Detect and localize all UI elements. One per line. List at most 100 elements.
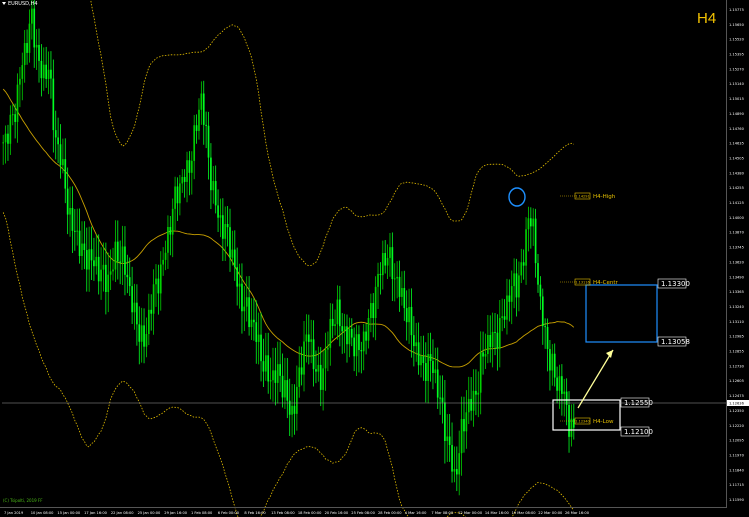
candle-body <box>45 64 48 79</box>
candle-body <box>124 246 126 275</box>
candle-body <box>451 445 453 472</box>
candle-body <box>367 317 370 341</box>
candle-body <box>264 355 267 372</box>
candle-body <box>317 364 320 372</box>
candle-body <box>238 283 241 287</box>
candle-body <box>389 247 391 258</box>
candle-body <box>403 288 406 309</box>
resistance-zone-box <box>585 284 658 343</box>
candle-body <box>62 159 64 166</box>
candle-body <box>186 160 188 182</box>
candle-body <box>556 377 558 391</box>
candle-body <box>71 207 74 231</box>
candle-body <box>26 43 28 53</box>
candle-body <box>198 109 200 131</box>
candle-body <box>489 335 492 348</box>
candle-body <box>188 160 191 173</box>
candle-body <box>52 78 55 131</box>
candle-body <box>408 306 410 323</box>
candle-body <box>133 302 136 313</box>
level-tag-value: 1.14291 <box>575 195 589 199</box>
candle-body <box>169 226 172 235</box>
candle-body <box>202 93 205 125</box>
candle-body <box>140 325 143 342</box>
annotations <box>2 187 727 409</box>
candle-body <box>324 349 327 369</box>
candle-body <box>360 350 363 352</box>
symbol-text: EURUSD,H4 <box>8 1 38 7</box>
candles <box>2 0 575 496</box>
candle-body <box>224 224 227 239</box>
candle-body <box>353 337 355 357</box>
candle-body <box>544 326 546 328</box>
candle-body <box>455 469 458 475</box>
candle-body <box>448 436 451 446</box>
candle-body <box>405 308 408 323</box>
candle-body <box>506 295 508 320</box>
candle-body <box>446 436 449 441</box>
candle-body <box>21 65 24 79</box>
candle-body <box>384 253 387 266</box>
candle-body <box>439 397 441 399</box>
candle-body <box>415 342 418 347</box>
candle-body <box>484 354 487 357</box>
candle-body <box>107 274 110 292</box>
candle-body <box>205 124 207 126</box>
price-scale[interactable] <box>726 0 749 508</box>
candle-body <box>167 226 169 253</box>
candle-body <box>35 44 38 48</box>
candle-body <box>470 398 472 411</box>
candle-body <box>508 295 511 302</box>
candle-body <box>341 326 344 332</box>
candle-body <box>413 335 415 347</box>
candle-body <box>475 390 477 395</box>
candle-body <box>427 354 430 381</box>
symbol-label[interactable]: EURUSD,H4 <box>2 1 38 7</box>
price-chart[interactable]: 1.133001.130581.125501.12100 1.14291 H4-H… <box>0 0 749 517</box>
candle-body <box>537 263 539 285</box>
candle-body <box>162 259 164 265</box>
candle-body <box>420 356 422 366</box>
candle-body <box>76 230 79 232</box>
level-tag-value: 1.12340 <box>575 420 589 424</box>
candle-body <box>54 130 57 138</box>
candle-body <box>257 334 260 342</box>
candle-body <box>226 224 229 228</box>
candle-body <box>243 306 246 312</box>
candle-body <box>401 288 403 297</box>
candle-body <box>315 369 317 372</box>
candle-body <box>472 390 475 411</box>
candle-body <box>281 375 284 398</box>
candle-body <box>33 8 36 48</box>
candle-body <box>236 267 239 287</box>
candle-body <box>510 286 513 302</box>
time-scale[interactable] <box>0 507 727 517</box>
candle-body <box>365 331 367 341</box>
candle-body <box>100 269 102 282</box>
candle-body <box>525 229 527 266</box>
high-marker-circle <box>508 187 526 207</box>
candle-body <box>377 273 379 287</box>
candle-body <box>300 367 303 375</box>
candle-body <box>145 334 148 347</box>
candle-body <box>157 278 160 294</box>
candle-body <box>183 176 186 182</box>
candle-body <box>298 367 301 387</box>
candle-body <box>563 391 566 394</box>
candle-body <box>539 284 542 297</box>
candle-body <box>217 205 219 218</box>
chart-window[interactable]: 1.13300 1.13058 1.12550 1.12100 1.14291 H4-H… <box>0 0 749 517</box>
candle-body <box>267 355 270 382</box>
candle-body <box>88 249 90 270</box>
candle-body <box>241 283 243 312</box>
candle-body <box>441 397 444 403</box>
candle-body <box>181 176 184 184</box>
candle-body <box>436 369 439 398</box>
candle-body <box>47 69 50 79</box>
candle-body <box>272 370 274 381</box>
candle-body <box>477 392 480 395</box>
candle-body <box>176 186 179 204</box>
dropdown-arrow-icon[interactable] <box>2 2 6 5</box>
candle-body <box>496 332 499 349</box>
candle-body <box>222 215 224 239</box>
